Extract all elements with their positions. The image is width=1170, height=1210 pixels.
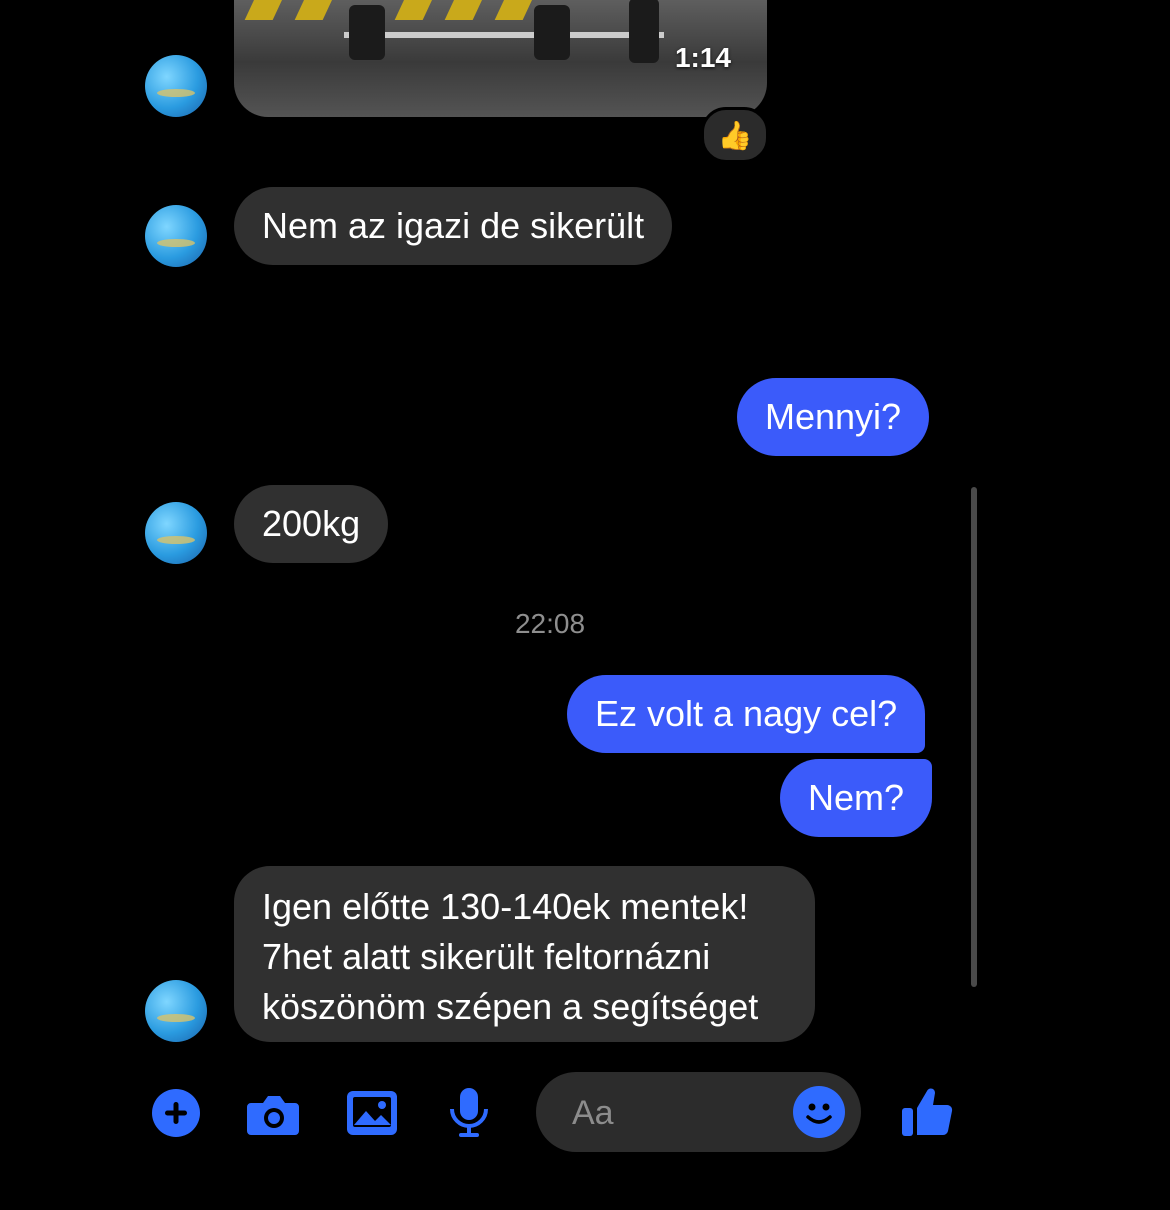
video-duration: 1:14: [674, 42, 731, 73]
outgoing-message: Ez volt a nagy cel?: [567, 675, 926, 753]
video-plate: [534, 5, 570, 60]
timestamp: 22:08: [514, 608, 586, 639]
avatar: [145, 205, 207, 267]
incoming-message: Igen előtte 130-140ek mentek! 7het alatt…: [234, 866, 815, 1042]
incoming-message: Nem az igazi de sikerült: [234, 187, 673, 265]
message-line: köszönöm szépen a segítséget: [262, 986, 759, 1027]
video-message[interactable]: 1:14: [234, 0, 767, 117]
emoji-icon[interactable]: [793, 1086, 845, 1138]
video-stripe: [444, 0, 492, 20]
video-plate: [349, 5, 385, 60]
avatar: [145, 55, 207, 117]
video-barbell: [344, 32, 664, 38]
video-stripe: [244, 0, 292, 20]
video-stripe: [294, 0, 342, 20]
avatar: [145, 980, 207, 1042]
outgoing-message: Mennyi?: [737, 378, 930, 456]
plus-icon[interactable]: [148, 1087, 204, 1139]
thumbs-up-icon[interactable]: [900, 1084, 956, 1140]
reaction-badge[interactable]: 👍: [701, 107, 769, 163]
message-input[interactable]: [570, 1072, 804, 1154]
outgoing-message: Nem?: [780, 759, 933, 837]
image-icon[interactable]: [344, 1087, 400, 1139]
camera-icon[interactable]: [245, 1087, 301, 1139]
message-composer[interactable]: [536, 1072, 861, 1154]
microphone-icon[interactable]: [441, 1087, 497, 1139]
message-line: Igen előtte 130-140ek mentek!: [262, 886, 749, 927]
scrollbar[interactable]: [971, 487, 977, 987]
video-stripe: [394, 0, 442, 20]
message-line: 7het alatt sikerült feltornázni: [262, 936, 711, 977]
avatar: [145, 502, 207, 564]
video-plate: [629, 0, 659, 63]
incoming-message: 200kg: [234, 485, 389, 563]
